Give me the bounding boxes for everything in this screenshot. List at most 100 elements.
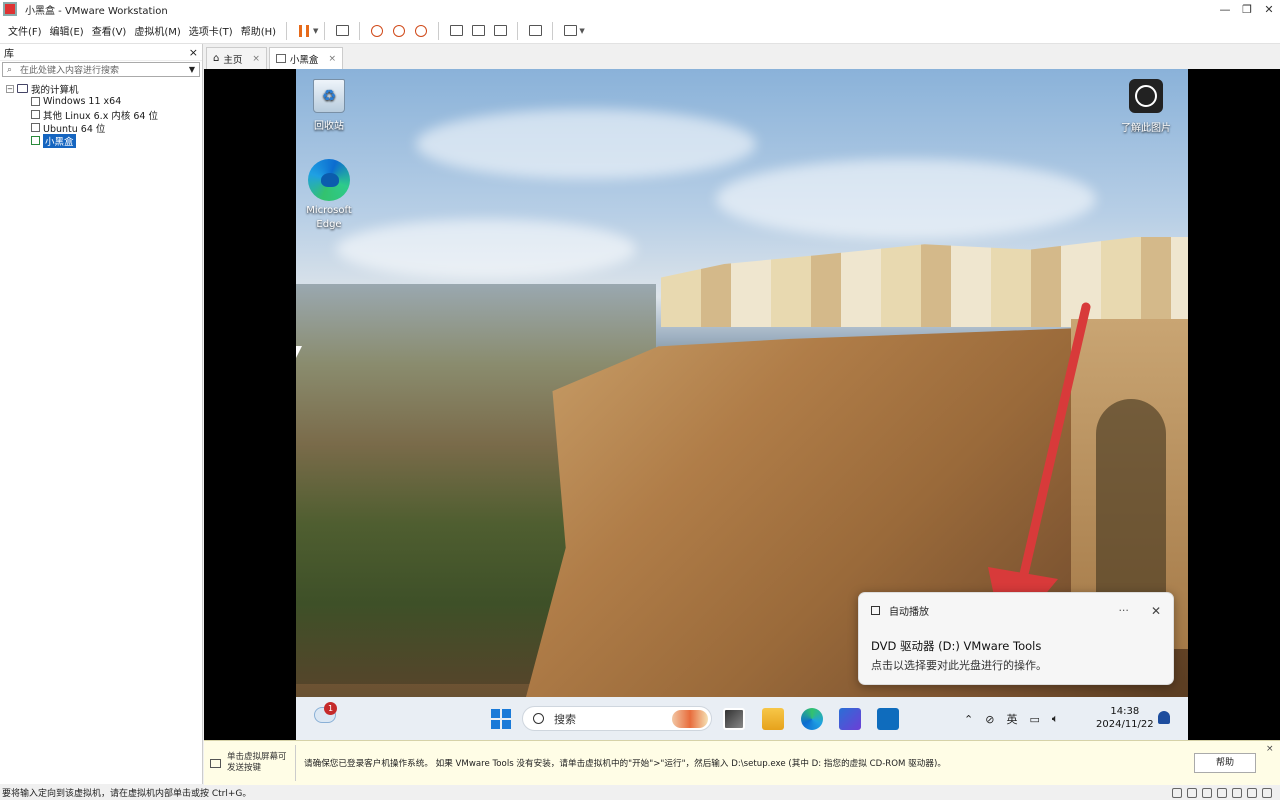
minimize-button[interactable]: — [1214, 3, 1236, 16]
guest-taskbar: 1 搜索 ⌃ ⊘ 英 ▭ 🔈︎ 14:38 2024/11/22 [296, 697, 1188, 740]
file-explorer-icon[interactable] [762, 708, 784, 730]
volume-icon[interactable]: 🔈︎ [1052, 712, 1059, 726]
tree-item-linux[interactable]: 其他 Linux 6.x 内核 64 位 [6, 108, 202, 122]
bell-icon[interactable] [1158, 711, 1170, 724]
tab-label: 小黑盒 [289, 54, 319, 66]
snapshot-button[interactable] [368, 22, 386, 40]
taskbar-search[interactable]: 搜索 [522, 706, 712, 731]
usb-icon[interactable] [1217, 787, 1227, 798]
snapshot-icon [371, 24, 384, 37]
library-close-icon[interactable]: × [189, 46, 198, 59]
tree-item-label: 其他 Linux 6.x 内核 64 位 [43, 110, 158, 122]
start-button[interactable] [491, 709, 511, 729]
library-title: 库 [4, 48, 14, 60]
monitor-icon [210, 758, 221, 768]
help-button[interactable]: 帮助 [1194, 753, 1256, 773]
menu-file[interactable]: 文件(F) [4, 23, 46, 38]
chevron-down-icon[interactable]: ▼ [189, 65, 195, 74]
outlook-icon[interactable] [877, 708, 899, 730]
cloud-decoration [336, 219, 636, 279]
click-screen-hint: 单击虚拟屏幕可发送按键 [204, 745, 296, 781]
status-bar: 要将输入定向到该虚拟机，请在虚拟机内部单击或按 Ctrl+G。 [0, 785, 1280, 800]
vm-display[interactable]: ♻ 回收站 Microsoft Edge 了解此图片 自动播放 ··· ✕ DV… [204, 69, 1280, 740]
toast-description: 点击以选择要对此光盘进行的操作。 [871, 659, 1047, 672]
chevron-up-icon[interactable]: ⌃ [964, 713, 973, 726]
library-icon [449, 25, 463, 36]
display-settings-icon[interactable] [1262, 787, 1272, 798]
toolbar-separator [517, 21, 519, 40]
library-search-placeholder: 在此处键入内容进行搜索 [20, 66, 120, 76]
tab-home[interactable]: ⌂ 主页 × [206, 47, 267, 69]
more-icon[interactable]: ··· [1118, 604, 1129, 617]
revert-snapshot-button[interactable] [390, 22, 408, 40]
search-icon [533, 713, 544, 724]
guest-desktop[interactable]: ♻ 回收站 Microsoft Edge 了解此图片 自动播放 ··· ✕ DV… [296, 69, 1188, 740]
cdrom-icon[interactable] [1187, 787, 1197, 798]
cloud-decoration [716, 159, 1096, 239]
tree-item-xiaoheihe[interactable]: 小黑盒 [6, 133, 202, 148]
taskbar-search-label: 搜索 [554, 712, 576, 726]
sound-card-icon[interactable] [1232, 787, 1242, 798]
vmware-tools-infobar: 单击虚拟屏幕可发送按键 请确保您已登录客户机操作系统。 如果 VMware To… [204, 740, 1280, 785]
fullscreen-button[interactable] [491, 22, 509, 40]
autoplay-notification[interactable]: 自动播放 ··· ✕ DVD 驱动器 (D:) VMware Tools 点击以… [858, 592, 1174, 685]
menu-tabs[interactable]: 选项卡(T) [185, 23, 237, 38]
collapse-icon[interactable]: − [6, 84, 14, 93]
store-icon[interactable] [839, 708, 861, 730]
network-adapter-icon[interactable] [1202, 787, 1212, 798]
toast-app-name: 自动播放 [889, 607, 929, 618]
console-view-button[interactable] [526, 22, 544, 40]
tab-xiaoheihe[interactable]: 小黑盒 × [268, 47, 343, 69]
menu-vm[interactable]: 虚拟机(M) [130, 23, 184, 38]
ime-indicator[interactable]: 英 [1006, 711, 1017, 727]
clock-time: 14:38 [1110, 706, 1140, 717]
printer-icon[interactable] [1247, 787, 1257, 798]
vm-running-icon [31, 136, 40, 145]
edge-taskbar-icon[interactable] [801, 708, 823, 730]
tree-item-label: Windows 11 x64 [43, 96, 122, 107]
search-icon: ⌕ [7, 64, 13, 75]
toast-title: DVD 驱动器 (D:) VMware Tools [871, 639, 1042, 653]
toolbar-separator [324, 21, 326, 40]
network-off-icon[interactable]: ⊘ [985, 713, 994, 726]
autoplay-icon [871, 606, 880, 615]
thumbnail-bar-button[interactable] [469, 22, 487, 40]
display-icon[interactable]: ▭ [1029, 713, 1039, 726]
taskbar-clock[interactable]: 14:38 2024/11/22 [1096, 705, 1154, 731]
window-title: 小黑盒 - VMware Workstation [25, 5, 168, 17]
menu-edit[interactable]: 编辑(E) [46, 23, 88, 38]
menu-view[interactable]: 查看(V) [88, 23, 131, 38]
pause-dropdown-icon[interactable]: ▼ [313, 27, 318, 35]
wallpaper-town [661, 237, 1188, 327]
toast-close-icon[interactable]: ✕ [1151, 604, 1161, 618]
pause-button[interactable] [295, 22, 313, 40]
desktop-icon-recycle-bin[interactable]: ♻ 回收站 [296, 79, 364, 132]
show-library-button[interactable] [447, 22, 465, 40]
tab-close-icon[interactable]: × [328, 54, 336, 64]
close-button[interactable]: ✕ [1258, 3, 1280, 16]
tab-close-icon[interactable]: × [252, 54, 260, 64]
console-icon [528, 25, 542, 36]
menu-toolbar: 文件(F) 编辑(E) 查看(V) 虚拟机(M) 选项卡(T) 帮助(H) ▼ … [0, 18, 1280, 44]
tree-item-label-selected: 小黑盒 [43, 133, 76, 148]
task-view-icon[interactable] [723, 708, 745, 730]
menu-help[interactable]: 帮助(H) [237, 23, 280, 38]
vm-icon [31, 110, 40, 119]
library-search-input[interactable]: ⌕ 在此处键入内容进行搜索 ▼ [2, 62, 200, 77]
infobar-close-icon[interactable]: × [1266, 744, 1274, 754]
stretch-dropdown-icon[interactable]: ▼ [579, 27, 584, 35]
hdd-icon[interactable] [1172, 787, 1182, 798]
tree-item-windows11[interactable]: Windows 11 x64 [6, 95, 202, 108]
send-ctrl-alt-del-button[interactable] [333, 22, 351, 40]
notification-badge: 1 [324, 702, 337, 715]
title-bar: 小黑盒 - VMware Workstation — ❐ ✕ [0, 0, 1280, 18]
restore-button[interactable]: ❐ [1236, 3, 1258, 16]
tree-item-ubuntu[interactable]: Ubuntu 64 位 [6, 121, 202, 135]
stretch-guest-button[interactable] [561, 22, 579, 40]
window-controls: — ❐ ✕ [1214, 3, 1280, 16]
desktop-icon-edge[interactable]: Microsoft Edge [296, 159, 364, 232]
snapshot-manager-button[interactable] [412, 22, 430, 40]
vm-running-icon [275, 54, 286, 63]
tree-item-my-computer[interactable]: − 我的计算机 [6, 82, 202, 96]
desktop-icon-spotlight[interactable]: 了解此图片 [1111, 79, 1181, 134]
